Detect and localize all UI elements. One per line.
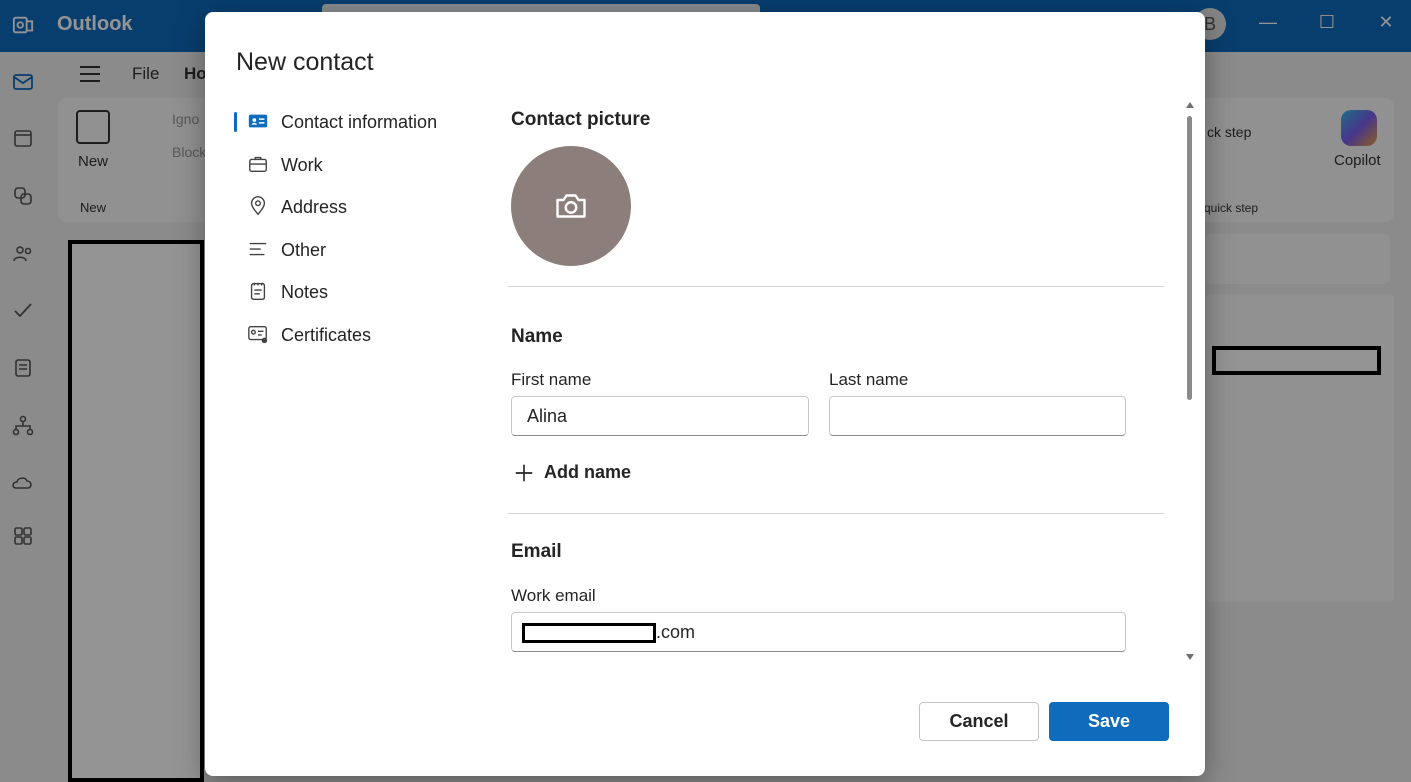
contact-card-icon — [248, 114, 268, 128]
camera-icon — [556, 194, 586, 218]
nav-address[interactable]: Address — [233, 193, 473, 221]
dialog-title: New contact — [236, 48, 374, 76]
location-pin-icon — [250, 196, 266, 216]
email-section-title: Email — [511, 541, 562, 562]
briefcase-icon — [249, 156, 267, 173]
text-lines-icon — [249, 242, 267, 256]
scroll-up-arrow-icon[interactable] — [1186, 102, 1194, 108]
nav-work[interactable]: Work — [233, 151, 473, 179]
work-email-input[interactable]: .com — [511, 612, 1126, 652]
nav-label: Certificates — [281, 325, 372, 345]
first-name-input[interactable] — [511, 396, 809, 436]
nav-label: Work — [281, 155, 323, 175]
section-divider — [508, 513, 1164, 514]
scroll-down-arrow-icon[interactable] — [1186, 654, 1194, 660]
work-email-label: Work email — [511, 586, 596, 605]
last-name-input[interactable] — [829, 396, 1126, 436]
nav-notes[interactable]: Notes — [233, 278, 473, 306]
cancel-button[interactable]: Cancel — [919, 702, 1039, 741]
first-name-label: First name — [511, 370, 592, 389]
redacted-email — [522, 623, 656, 643]
new-contact-dialog: New contact Contact information Work Add… — [205, 12, 1205, 776]
contact-form: Contact picture Name First name Last nam… — [508, 104, 1185, 664]
nav-certificates[interactable]: Certificates — [233, 321, 473, 349]
form-scrollbar[interactable] — [1185, 102, 1195, 664]
work-email-suffix: .com — [656, 622, 696, 642]
plus-icon — [515, 464, 533, 482]
nav-other[interactable]: Other — [233, 236, 473, 264]
nav-label: Address — [281, 197, 348, 217]
last-name-label: Last name — [829, 370, 909, 389]
section-divider — [508, 286, 1164, 287]
add-name-label: Add name — [544, 462, 632, 482]
notepad-icon — [250, 282, 266, 300]
nav-contact-information[interactable]: Contact information — [233, 108, 473, 136]
save-button[interactable]: Save — [1049, 702, 1169, 741]
nav-label: Other — [281, 240, 327, 260]
contact-picture-button[interactable] — [511, 146, 631, 266]
scroll-thumb[interactable] — [1187, 116, 1192, 400]
certificate-icon — [248, 325, 268, 344]
nav-label: Contact information — [281, 112, 438, 132]
name-section-title: Name — [511, 326, 563, 347]
nav-label: Notes — [281, 282, 329, 302]
contact-picture-title: Contact picture — [511, 109, 651, 130]
